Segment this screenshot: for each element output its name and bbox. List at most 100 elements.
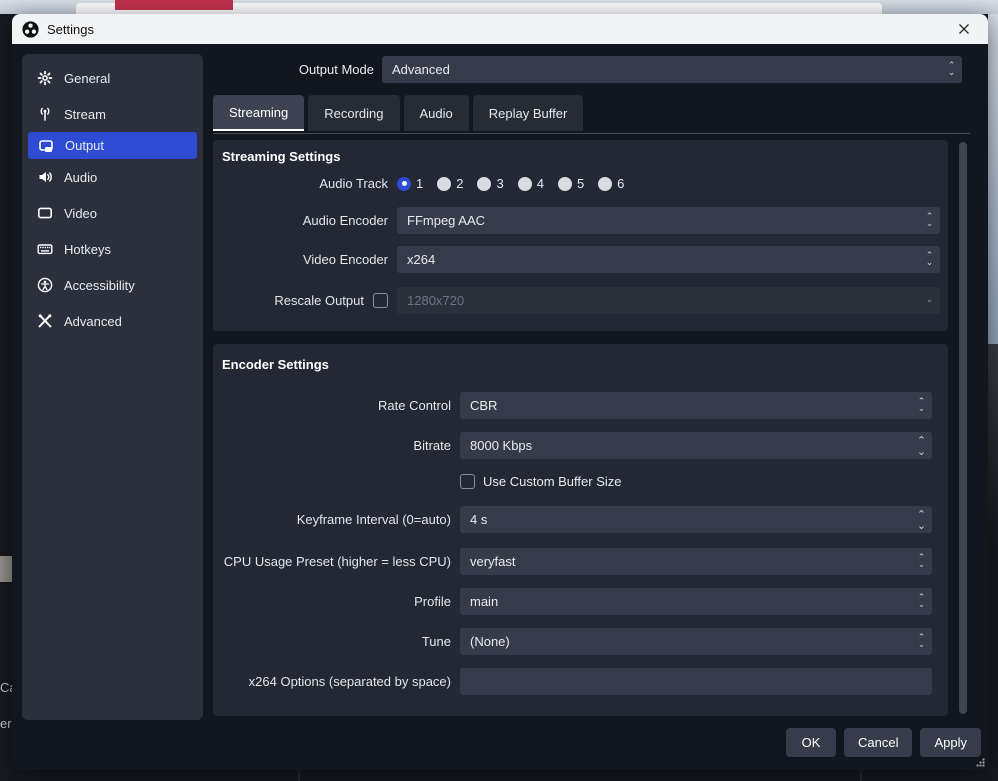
radio-icon[interactable] (477, 177, 491, 191)
tab-recording[interactable]: Recording (308, 95, 399, 131)
chevron-up-down-icon: ⌃⌄ (911, 628, 932, 655)
radio-icon[interactable] (598, 177, 612, 191)
radio-icon[interactable] (518, 177, 532, 191)
audio-track-option-3[interactable]: 3 (477, 176, 503, 191)
ok-button[interactable]: OK (786, 728, 836, 757)
tab-label: Streaming (229, 105, 288, 120)
audio-encoder-select[interactable]: FFmpeg AAC ⌃⌄ (397, 207, 940, 234)
sidebar-item-video[interactable]: Video (28, 195, 197, 231)
rescale-output-checkbox[interactable] (373, 293, 388, 308)
cancel-button[interactable]: Cancel (844, 728, 912, 757)
radio-label: 5 (577, 176, 584, 191)
video-encoder-select[interactable]: x264 ⌃⌄ (397, 246, 940, 273)
output-tabs: Streaming Recording Audio Replay Buffer (213, 95, 583, 131)
sidebar-item-hotkeys[interactable]: Hotkeys (28, 231, 197, 267)
rate-control-label: Rate Control (213, 398, 460, 413)
settings-dialog: Settings General (12, 14, 988, 770)
tab-replay-buffer[interactable]: Replay Buffer (473, 95, 584, 131)
section-title: Encoder Settings (222, 357, 329, 372)
dialog-body: General Stream Output (12, 44, 988, 770)
output-mode-select[interactable]: Advanced ⌃⌄ (382, 56, 962, 83)
apply-button[interactable]: Apply (920, 728, 981, 757)
sidebar-item-advanced[interactable]: Advanced (28, 303, 197, 339)
use-custom-buffer-checkbox[interactable] (460, 474, 475, 489)
rate-control-select[interactable]: CBR ⌃⌄ (460, 392, 932, 419)
desktop-backdrop-right-sky (988, 14, 998, 344)
sidebar-item-accessibility[interactable]: Accessibility (28, 267, 197, 303)
x264-options-label: x264 Options (separated by space) (213, 674, 460, 689)
video-encoder-row: Video Encoder x264 ⌃⌄ (213, 246, 940, 273)
bitrate-value: 8000 Kbps (470, 438, 532, 453)
rescale-resolution-value: 1280x720 (407, 293, 464, 308)
audio-encoder-row: Audio Encoder FFmpeg AAC ⌃⌄ (213, 207, 940, 234)
scrollbar-thumb[interactable] (959, 142, 967, 714)
chevron-up-down-icon: ⌃⌄ (919, 207, 940, 234)
keyboard-icon (37, 241, 53, 257)
audio-track-option-2[interactable]: 2 (437, 176, 463, 191)
close-icon[interactable] (950, 17, 978, 41)
profile-select[interactable]: main ⌃⌄ (460, 588, 932, 615)
radio-icon[interactable] (437, 177, 451, 191)
sidebar-item-stream[interactable]: Stream (28, 96, 197, 132)
dialog-footer: OK Cancel Apply (786, 728, 981, 757)
bitrate-spinbox[interactable]: 8000 Kbps ⌃⌄ (460, 432, 932, 459)
background-divider (298, 770, 300, 781)
video-encoder-value: x264 (407, 252, 435, 267)
output-mode-row: Output Mode Advanced ⌃⌄ (213, 56, 962, 83)
sidebar-item-audio[interactable]: Audio (28, 159, 197, 195)
keyframe-interval-spinbox[interactable]: 4 s ⌃⌄ (460, 506, 932, 533)
cpu-preset-row: CPU Usage Preset (higher = less CPU) ver… (213, 548, 932, 575)
sidebar-item-output[interactable]: Output (28, 132, 197, 159)
spinner-arrows-icon[interactable]: ⌃⌄ (911, 432, 932, 459)
audio-track-row: Audio Track 1 2 3 4 5 6 (213, 176, 624, 191)
resize-grip[interactable] (976, 758, 985, 767)
tune-select[interactable]: (None) ⌃⌄ (460, 628, 932, 655)
tune-row: Tune (None) ⌃⌄ (213, 628, 932, 655)
x264-options-row: x264 Options (separated by space) (213, 668, 932, 695)
audio-track-option-6[interactable]: 6 (598, 176, 624, 191)
keyframe-interval-label: Keyframe Interval (0=auto) (213, 512, 460, 527)
window-title: Settings (47, 22, 94, 37)
cpu-preset-select[interactable]: veryfast ⌃⌄ (460, 548, 932, 575)
output-mode-value: Advanced (392, 62, 450, 77)
radio-label: 6 (617, 176, 624, 191)
sidebar-item-general[interactable]: General (28, 60, 197, 96)
spinner-arrows-icon[interactable]: ⌃⌄ (911, 506, 932, 533)
chevron-up-down-icon: ⌃⌄ (941, 56, 962, 83)
audio-track-label: Audio Track (213, 176, 397, 191)
cpu-preset-value: veryfast (470, 554, 516, 569)
desktop-backdrop-right-photo (988, 344, 998, 560)
sidebar-item-label: Audio (64, 170, 97, 185)
accessibility-icon (37, 277, 53, 293)
radio-label: 3 (496, 176, 503, 191)
use-custom-buffer-label: Use Custom Buffer Size (483, 474, 621, 489)
audio-track-option-1[interactable]: 1 (397, 176, 423, 191)
audio-track-radio-group: 1 2 3 4 5 6 (397, 176, 624, 191)
title-bar[interactable]: Settings (12, 14, 988, 44)
encoder-settings-section: Encoder Settings Rate Control CBR ⌃⌄ Bit… (213, 344, 948, 716)
rescale-resolution-select[interactable]: 1280x720 ⌄ (397, 287, 940, 314)
rate-control-row: Rate Control CBR ⌃⌄ (213, 392, 932, 419)
x264-options-input[interactable] (460, 668, 932, 695)
tab-audio[interactable]: Audio (404, 95, 469, 131)
rescale-output-row: Rescale Output 1280x720 ⌄ (213, 287, 940, 314)
audio-encoder-value: FFmpeg AAC (407, 213, 485, 228)
content-scrollbar[interactable] (957, 140, 969, 716)
background-divider (860, 770, 862, 781)
audio-track-option-5[interactable]: 5 (558, 176, 584, 191)
chevron-down-icon: ⌄ (919, 287, 940, 314)
background-red-bar (115, 0, 233, 10)
tab-streaming[interactable]: Streaming (213, 95, 304, 131)
video-encoder-label: Video Encoder (213, 252, 397, 267)
sidebar-item-label: General (64, 71, 110, 86)
profile-row: Profile main ⌃⌄ (213, 588, 932, 615)
radio-selected-icon[interactable] (397, 177, 411, 191)
chevron-up-down-icon: ⌃⌄ (911, 548, 932, 575)
profile-label: Profile (213, 594, 460, 609)
tools-icon (37, 313, 53, 329)
rescale-output-label: Rescale Output (213, 293, 373, 308)
sidebar-item-label: Video (64, 206, 97, 221)
audio-track-option-4[interactable]: 4 (518, 176, 544, 191)
radio-icon[interactable] (558, 177, 572, 191)
keyframe-interval-value: 4 s (470, 512, 487, 527)
